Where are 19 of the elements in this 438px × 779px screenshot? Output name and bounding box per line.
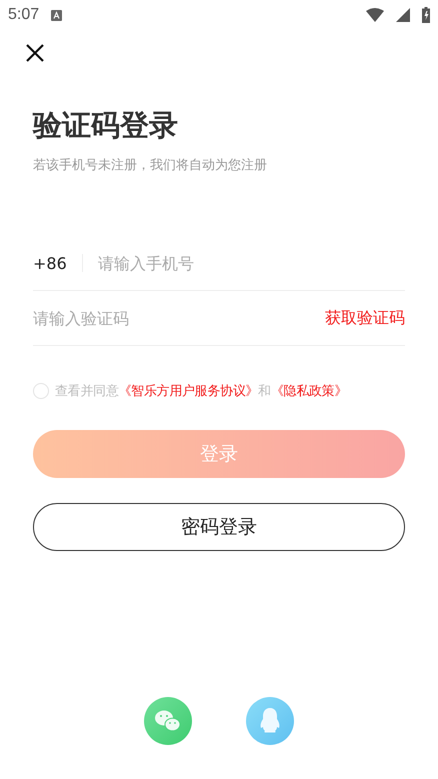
chat-bubbles-icon[interactable] [144, 697, 192, 745]
close-icon[interactable] [26, 44, 44, 62]
battery-icon [422, 7, 430, 23]
country-code[interactable]: +86 [33, 254, 67, 272]
agreement-text: 查看并同意《智乐方用户服务协议》和《隐私政策》 [55, 383, 348, 400]
agree-checkbox[interactable] [33, 383, 49, 399]
status-time: 5:07 [8, 6, 40, 24]
password-login-button[interactable]: 密码登录 [33, 503, 405, 551]
phone-input[interactable]: 请输入手机号 [98, 254, 405, 272]
code-input[interactable]: 请输入验证码 [33, 308, 325, 328]
get-code-button[interactable]: 获取验证码 [325, 308, 405, 328]
agreement-link[interactable]: 《智乐方用户服务协议》 [118, 384, 258, 399]
signal-icon [396, 8, 410, 22]
agreement-link[interactable]: 《隐私政策》 [270, 384, 348, 399]
subtitle: 若该手机号未注册，我们将自动为您注册 [33, 157, 268, 174]
keyboard-icon [51, 10, 62, 20]
page-title: 验证码登录 [33, 107, 179, 144]
penguin-icon[interactable] [246, 697, 294, 745]
wifi-icon [366, 8, 384, 22]
